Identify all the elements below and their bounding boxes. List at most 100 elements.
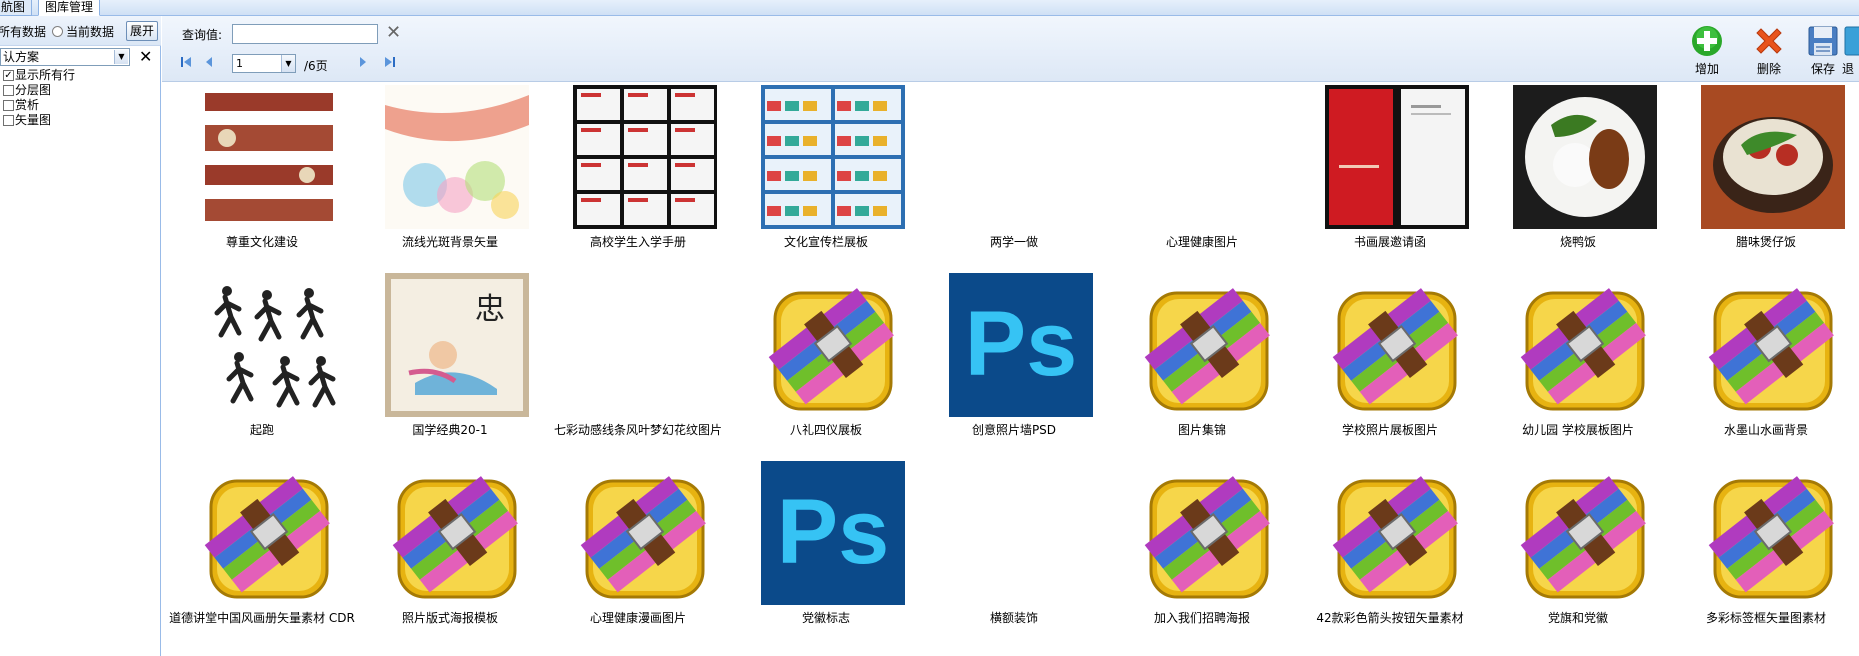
- gallery-item[interactable]: 文化宣传栏展板: [726, 83, 914, 263]
- gallery-item[interactable]: 书画展邀请函: [1290, 83, 1478, 263]
- gallery-item-caption: 图片集锦: [1177, 423, 1226, 437]
- roast-duck-rice-image[interactable]: [1513, 85, 1657, 229]
- page-number: 1: [236, 57, 243, 70]
- gallery-item[interactable]: 忠国学经典20-1: [350, 271, 538, 451]
- previous-page-icon[interactable]: [204, 56, 214, 72]
- scheme-select[interactable]: 认方案 ▼: [0, 48, 130, 66]
- runners-silhouette-image[interactable]: [197, 273, 341, 417]
- gallery-item[interactable]: 心理健康图片: [1102, 83, 1290, 263]
- image-gallery: 尊重文化建设 流线光斑背景矢量 高校学生入学手册 文化宣传栏展板 两学一做 心理健康图片 书…: [162, 83, 1859, 656]
- gallery-item[interactable]: 七彩动感线条风叶梦幻花纹图片: [538, 271, 726, 451]
- gallery-item-caption: 烧鸭饭: [1559, 235, 1596, 249]
- gallery-item[interactable]: 尊重文化建设: [162, 83, 350, 263]
- layer-item-show-all[interactable]: ✓ 显示所有行: [0, 68, 161, 83]
- svg-text:忠: 忠: [475, 292, 505, 327]
- chevron-down-icon[interactable]: ▼: [281, 55, 295, 72]
- gallery-item[interactable]: 图片集锦: [1102, 271, 1290, 451]
- gallery-item[interactable]: 横额装饰: [914, 459, 1102, 639]
- archive-icon[interactable]: [761, 273, 905, 417]
- expand-button[interactable]: 展开: [126, 21, 158, 41]
- gallery-item[interactable]: 42款彩色箭头按钮矢量素材: [1290, 459, 1478, 639]
- radio-current-data[interactable]: [52, 26, 63, 37]
- thumbnail-placeholder[interactable]: [949, 85, 1093, 229]
- gallery-item[interactable]: 党旗和党徽: [1478, 459, 1666, 639]
- photoshop-icon[interactable]: Ps: [761, 461, 905, 605]
- radio-all-data-label[interactable]: 所有数据: [0, 23, 46, 40]
- archive-icon[interactable]: [1325, 273, 1469, 417]
- gallery-item[interactable]: 幼儿园 学校展板图片: [1478, 271, 1666, 451]
- brochure-image[interactable]: [573, 85, 717, 229]
- clear-icon[interactable]: ✕: [386, 22, 401, 44]
- layer-item-appreciation[interactable]: 赏析: [0, 98, 161, 113]
- add-button[interactable]: 增加: [1682, 20, 1732, 78]
- gallery-item-caption: 照片版式海报模板: [401, 611, 498, 625]
- save-button[interactable]: 保存: [1798, 20, 1848, 78]
- red-invitation-image[interactable]: [1325, 85, 1469, 229]
- radio-current-data-label[interactable]: 当前数据: [66, 23, 114, 40]
- colorful-swirl-image[interactable]: [385, 85, 529, 229]
- archive-icon[interactable]: [197, 461, 341, 605]
- last-page-icon[interactable]: [384, 56, 396, 72]
- gallery-item[interactable]: 起跑: [162, 271, 350, 451]
- archive-icon[interactable]: [1137, 273, 1281, 417]
- search-input[interactable]: [232, 24, 378, 44]
- gallery-item[interactable]: 流线光斑背景矢量: [350, 83, 538, 263]
- first-page-icon[interactable]: [180, 56, 192, 72]
- gallery-item[interactable]: 加入我们招聘海报: [1102, 459, 1290, 639]
- gallery-item[interactable]: 照片版式海报模板: [350, 459, 538, 639]
- gallery-item[interactable]: 多彩标签框矢量图素材: [1666, 459, 1854, 639]
- tab-gallery-management[interactable]: 图库管理: [38, 0, 101, 16]
- gallery-item[interactable]: 八礼四仪展板: [726, 271, 914, 451]
- gallery-item[interactable]: 道德讲堂中国风画册矢量素材 CDR: [162, 459, 355, 639]
- exit-icon: [1844, 26, 1859, 56]
- page-number-field[interactable]: 1 ▼: [232, 54, 296, 73]
- gallery-item[interactable]: 腊味煲仔饭: [1666, 83, 1854, 263]
- archive-icon[interactable]: [1701, 273, 1845, 417]
- layer-item-label: 分层图: [15, 83, 52, 97]
- gallery-item-caption: 加入我们招聘海报: [1153, 611, 1250, 625]
- archive-icon[interactable]: [1513, 461, 1657, 605]
- culture-wall-image[interactable]: [197, 85, 341, 229]
- checkbox[interactable]: [3, 85, 14, 96]
- gallery-item[interactable]: 两学一做: [914, 83, 1102, 263]
- chevron-down-icon[interactable]: ▼: [114, 50, 128, 64]
- classics-poster-image[interactable]: 忠: [385, 273, 529, 417]
- archive-icon[interactable]: [385, 461, 529, 605]
- thumbnail-placeholder[interactable]: [573, 273, 717, 417]
- display-board-image[interactable]: [761, 85, 905, 229]
- gallery-item-caption: 党旗和党徽: [1547, 611, 1608, 625]
- tab-navigation-map[interactable]: 航图: [0, 0, 33, 16]
- delete-button[interactable]: 删除: [1744, 20, 1794, 78]
- archive-icon[interactable]: [1701, 461, 1845, 605]
- exit-button[interactable]: 退: [1842, 20, 1859, 78]
- gallery-item[interactable]: Ps 创意照片墙PSD: [914, 271, 1102, 451]
- next-page-icon[interactable]: [358, 56, 368, 72]
- gallery-item-caption: 创意照片墙PSD: [971, 423, 1057, 437]
- gallery-item-caption: 心理健康图片: [1165, 235, 1238, 249]
- gallery-item[interactable]: 烧鸭饭: [1478, 83, 1666, 263]
- gallery-item[interactable]: 高校学生入学手册: [538, 83, 726, 263]
- checkbox[interactable]: ✓: [3, 70, 14, 81]
- archive-icon[interactable]: [573, 461, 717, 605]
- archive-icon[interactable]: [1513, 273, 1657, 417]
- gallery-item[interactable]: 学校照片展板图片: [1290, 271, 1478, 451]
- gallery-item-caption: 腊味煲仔饭: [1735, 235, 1796, 249]
- layer-item-layered[interactable]: 分层图: [0, 83, 161, 98]
- clay-pot-rice-image[interactable]: [1701, 85, 1845, 229]
- checkbox[interactable]: [3, 100, 14, 111]
- thumbnail-placeholder[interactable]: [1137, 85, 1281, 229]
- thumbnail-placeholder[interactable]: [949, 461, 1093, 605]
- save-button-label: 保存: [1810, 62, 1835, 76]
- gallery-item-caption: 多彩标签框矢量图素材: [1705, 611, 1826, 625]
- checkbox[interactable]: [3, 115, 14, 126]
- gallery-item[interactable]: Ps 党徽标志: [726, 459, 914, 639]
- delete-icon: [1756, 28, 1782, 54]
- archive-icon[interactable]: [1325, 461, 1469, 605]
- layer-item-vector[interactable]: 矢量图: [0, 113, 161, 128]
- gallery-item[interactable]: 心理健康漫画图片: [538, 459, 726, 639]
- app-window: 航图 图库管理 所有数据 当前数据 展开 认方案 ▼ ✕ ✓ 显示所有行 分层图: [0, 0, 1859, 656]
- archive-icon[interactable]: [1137, 461, 1281, 605]
- photoshop-icon[interactable]: Ps: [949, 273, 1093, 417]
- gallery-item[interactable]: 水墨山水画背景: [1666, 271, 1854, 451]
- close-icon[interactable]: ✕: [139, 47, 152, 67]
